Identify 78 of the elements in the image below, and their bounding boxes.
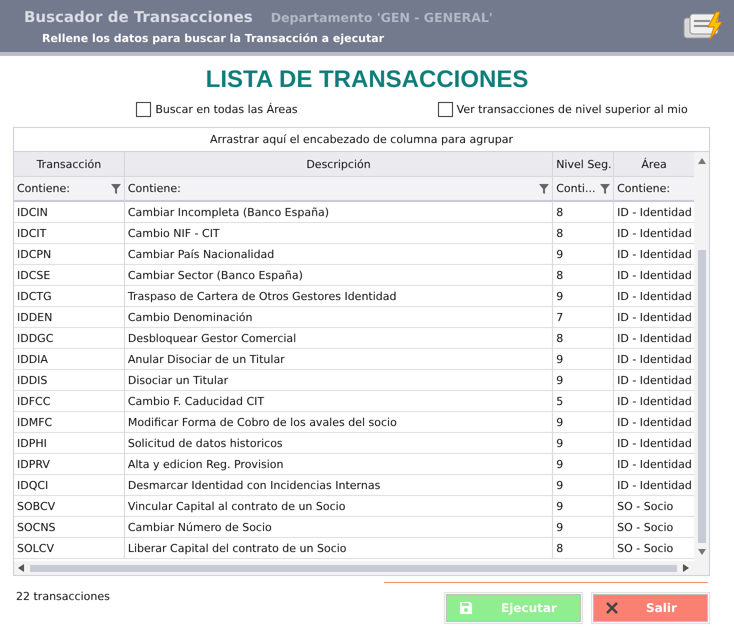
window-title: Buscador de Transacciones [24, 8, 253, 26]
vertical-scrollbar[interactable] [694, 152, 709, 561]
table-cell: IDCPN [14, 244, 125, 265]
filter-cell[interactable]: Contiene: [614, 177, 694, 202]
department-label: Departamento 'GEN - GENERAL' [270, 10, 493, 24]
page-heading: LISTA DE TRANSACCIONES [204, 66, 530, 94]
table-cell: Cambio Denominación [124, 307, 554, 328]
table-cell: IDMFC [14, 412, 125, 433]
table-cell: 9 [553, 349, 614, 370]
table-cell: SOBCV [14, 496, 125, 517]
table-cell: 9 [553, 517, 614, 538]
table-cell: 9 [553, 244, 614, 265]
table-cell: Desbloquear Gestor Comercial [124, 328, 554, 349]
save-icon [459, 601, 473, 615]
table-cell: 9 [553, 454, 614, 475]
table-cell: IDPRV [14, 454, 125, 475]
scroll-down-icon[interactable] [698, 549, 706, 555]
scroll-up-icon[interactable] [698, 158, 706, 164]
table-cell: IDDGC [14, 328, 125, 349]
table-cell: IDDIS [14, 370, 125, 391]
subtitle: Rellene los datos para buscar la Transacción a ejecutar [41, 32, 386, 44]
table-cell: IDCSE [14, 265, 125, 286]
horizontal-scrollbar[interactable] [14, 561, 709, 575]
table-cell: Vincular Capital al contrato de un Socio [124, 496, 554, 517]
table-cell: 9 [553, 496, 614, 517]
table-cell: Cambiar Sector (Banco España) [124, 265, 554, 286]
table-cell: Modificar Forma de Cobro de los avales del socio [124, 412, 554, 433]
table-cell: Solicitud de datos historicos [124, 433, 554, 454]
table-cell: IDFCC [14, 391, 125, 412]
cards-lightning-icon [682, 10, 726, 42]
filter-cell[interactable]: Conti... [553, 177, 614, 202]
table-cell: Cambio F. Caducidad CIT [124, 391, 554, 412]
transaction-count: 22 transacciones [16, 590, 110, 605]
table-cell: IDQCI [14, 475, 125, 496]
table-cell: Traspaso de Cartera de Otros Gestores Identidad [124, 286, 554, 307]
table-cell: Cambiar País Nacionalidad [124, 244, 554, 265]
table-cell: 7 [553, 307, 614, 328]
scroll-left-icon[interactable] [18, 564, 24, 572]
table-cell: 9 [553, 412, 614, 433]
filter-icon[interactable] [539, 184, 550, 194]
table-cell: Cambiar Número de Socio [124, 517, 554, 538]
table-cell: SOLCV [14, 538, 125, 559]
table-cell: IDDEN [14, 307, 125, 328]
table-cell: 8 [553, 328, 614, 349]
table-cell: 8 [553, 538, 614, 559]
table-cell: IDCIN [14, 202, 125, 223]
filter-cell[interactable]: Contiene: [14, 177, 125, 202]
column-header[interactable]: Área [614, 152, 694, 177]
table-cell: Desmarcar Identidad con Incidencias Internas [124, 475, 554, 496]
table-cell: 9 [553, 370, 614, 391]
filter-icon[interactable] [110, 184, 121, 194]
table-cell: IDCTG [14, 286, 125, 307]
column-header[interactable]: Transacción [14, 152, 125, 177]
table-cell: 8 [553, 265, 614, 286]
table-cell: 8 [553, 202, 614, 223]
filter-icon[interactable] [600, 184, 610, 194]
table-cell: Anular Disociar de un Titular [124, 349, 554, 370]
option-checkbox[interactable]: Ver transacciones de nivel superior al mio [438, 102, 688, 117]
table-cell: 8 [553, 223, 614, 244]
table-cell: 5 [553, 391, 614, 412]
table-cell: IDDIA [14, 349, 125, 370]
close-icon [606, 602, 618, 614]
table-cell: IDCIT [14, 223, 125, 244]
scroll-right-icon[interactable] [683, 564, 689, 572]
table-cell: Cambiar Incompleta (Banco España) [124, 202, 554, 223]
option-checkbox[interactable]: Buscar en todas las Áreas [136, 102, 298, 117]
table-cell: Cambio NIF - CIT [124, 223, 554, 244]
table-cell: 9 [553, 286, 614, 307]
table-cell: SOCNS [14, 517, 125, 538]
column-header[interactable]: Descripción [124, 152, 554, 177]
filter-cell[interactable]: Contiene: [124, 177, 554, 202]
table-cell: Liberar Capital del contrato de un Socio [124, 538, 554, 559]
table-cell: Alta y edicion Reg. Provision [124, 454, 554, 475]
table-cell: Disociar un Titular [124, 370, 554, 391]
table-cell: 9 [553, 475, 614, 496]
table-cell: IDPHI [14, 433, 125, 454]
table-cell: 9 [553, 433, 614, 454]
column-header[interactable]: Nivel Seg. [553, 152, 614, 177]
